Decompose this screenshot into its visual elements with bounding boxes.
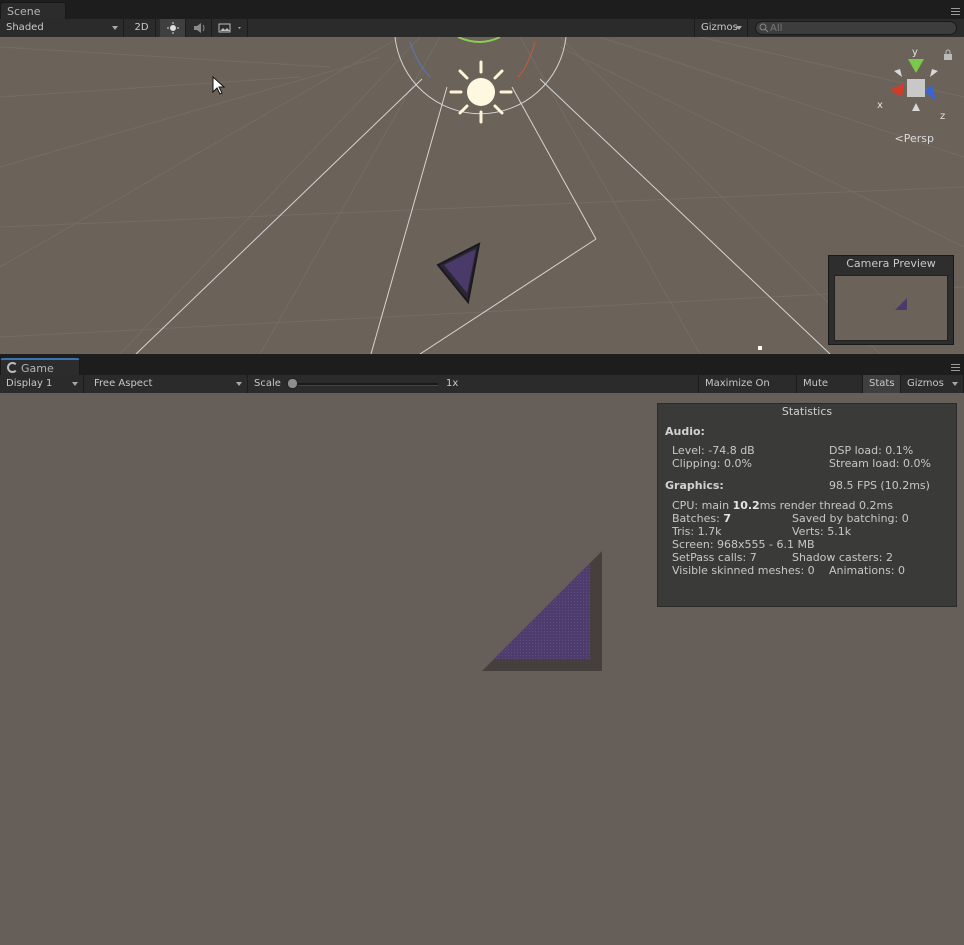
scene-lighting-toggle[interactable] xyxy=(160,19,186,37)
gizmo-x-label: x xyxy=(877,100,883,111)
scale-slider-track[interactable] xyxy=(292,383,438,386)
light-icon xyxy=(167,22,179,34)
game-viewport[interactable]: Statistics Audio: Level: -74.8 dB DSP lo… xyxy=(0,393,964,945)
maximize-on-play-toggle[interactable]: Maximize On Play xyxy=(698,375,797,407)
aspect-dropdown[interactable]: Free Aspect xyxy=(88,375,248,393)
fps-readout: 98.5 FPS (10.2ms) xyxy=(829,479,930,492)
cpu-prefix: CPU: main xyxy=(672,499,733,512)
visible-skinned-meshes: Visible skinned meshes: 0 xyxy=(672,564,815,577)
scene-viewport[interactable]: y x z <Persp Camera Preview xyxy=(0,37,964,354)
toggle-2d-button[interactable]: 2D xyxy=(128,19,156,37)
tab-game-label: Game xyxy=(21,362,54,375)
dsp-load: DSP load: 0.1% xyxy=(829,444,914,457)
shadow-casters: Shadow casters: 2 xyxy=(792,551,893,564)
game-tab-bar: Game xyxy=(0,356,964,378)
camera-preview-title: Camera Preview xyxy=(846,257,936,270)
scene-toolbar: Shaded 2D Gizmos All xyxy=(0,19,964,38)
triangle-mesh[interactable] xyxy=(432,241,486,305)
scale-value: 1x xyxy=(446,378,459,389)
aspect-value: Free Aspect xyxy=(94,378,153,389)
game-tab-icon xyxy=(7,362,18,373)
mute-audio-toggle[interactable]: Mute Audio xyxy=(797,375,863,407)
cpu-line: CPU: main 10.2ms render thread 0.2ms xyxy=(672,499,893,512)
scene-tab-bar: Scene xyxy=(0,0,964,21)
tab-scene-label: Scene xyxy=(7,5,41,18)
display-value: Display 1 xyxy=(6,378,53,389)
chevron-down-icon xyxy=(736,26,742,30)
chevron-down-icon xyxy=(72,382,78,386)
orientation-gizmo[interactable]: y x z xyxy=(874,45,952,125)
animations-count: Animations: 0 xyxy=(829,564,906,577)
batches-value: 7 xyxy=(723,512,731,525)
statistics-panel: Statistics Audio: Level: -74.8 dB DSP lo… xyxy=(657,403,957,607)
persp-label: Persp xyxy=(903,132,934,145)
persp-icon: < xyxy=(894,132,904,145)
display-dropdown[interactable]: Display 1 xyxy=(0,375,84,393)
draw-mode-value: Shaded xyxy=(6,22,44,33)
batches-prefix: Batches: xyxy=(672,512,724,525)
game-triangle-mesh xyxy=(482,551,602,671)
scene-gizmos-dropdown[interactable]: Gizmos xyxy=(694,19,748,37)
mouse-cursor-icon xyxy=(212,76,226,95)
stream-load: Stream load: 0.0% xyxy=(829,457,931,470)
draw-mode-dropdown[interactable]: Shaded xyxy=(0,19,124,37)
scene-effects-dropdown[interactable] xyxy=(214,19,248,37)
scene-audio-toggle[interactable] xyxy=(186,19,212,37)
camera-preview-triangle xyxy=(895,298,907,310)
graphics-header: Graphics: xyxy=(665,479,724,492)
search-placeholder: All xyxy=(770,23,783,34)
toggle-2d-label: 2D xyxy=(134,22,149,33)
camera-preview: Camera Preview xyxy=(828,255,954,345)
speaker-icon xyxy=(194,23,205,33)
camera-preview-view xyxy=(834,275,948,341)
game-gizmos-dropdown[interactable]: Gizmos xyxy=(901,375,964,393)
cpu-main-value: 10.2 xyxy=(732,499,760,512)
game-panel-menu-icon[interactable] xyxy=(948,362,960,372)
audio-clipping: Clipping: 0.0% xyxy=(672,457,752,470)
persp-toggle[interactable]: <Persp xyxy=(895,132,934,145)
search-icon xyxy=(759,23,769,33)
scene-panel-menu-icon[interactable] xyxy=(948,6,960,16)
screen-info: Screen: 968x555 - 6.1 MB xyxy=(672,538,815,551)
audio-level: Level: -74.8 dB xyxy=(672,444,755,457)
scale-label: Scale xyxy=(254,378,281,389)
scene-search-input[interactable]: All xyxy=(755,21,957,35)
game-gizmos-label: Gizmos xyxy=(907,378,944,389)
saved-by-batching: Saved by batching: 0 xyxy=(792,512,909,525)
chevron-down-icon xyxy=(952,382,958,386)
tris-count: Tris: 1.7k xyxy=(672,525,722,538)
lock-icon[interactable] xyxy=(943,49,953,61)
chevron-down-icon xyxy=(236,382,242,386)
image-icon xyxy=(218,23,241,33)
stats-toggle[interactable]: Stats xyxy=(863,375,901,393)
statistics-title: Statistics xyxy=(781,405,833,418)
scale-slider-handle[interactable] xyxy=(287,378,298,389)
game-toolbar: Display 1 Free Aspect Scale 1x Maximize … xyxy=(0,375,964,407)
cpu-suffix: ms render thread 0.2ms xyxy=(759,499,893,512)
batches-line: Batches: 7 xyxy=(672,512,731,525)
setpass-calls: SetPass calls: 7 xyxy=(672,551,757,564)
gizmo-y-label: y xyxy=(912,47,918,58)
directional-light-icon[interactable] xyxy=(448,59,514,125)
scene-gizmos-label: Gizmos xyxy=(701,22,738,33)
chevron-down-icon xyxy=(112,26,118,30)
audio-header: Audio: xyxy=(665,425,705,438)
gizmo-z-label: z xyxy=(940,111,945,122)
verts-count: Verts: 5.1k xyxy=(792,525,852,538)
